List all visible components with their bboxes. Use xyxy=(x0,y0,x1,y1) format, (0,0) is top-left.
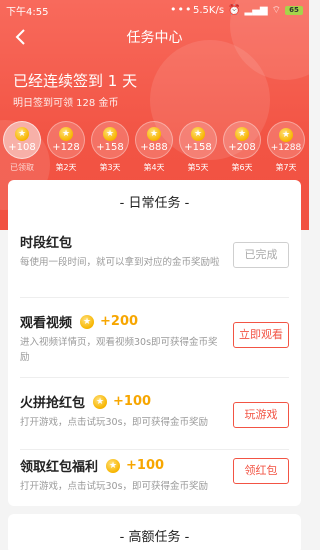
high-tasks-title: - 高额任务 - xyxy=(119,530,190,545)
day-label: 已领取 xyxy=(10,163,34,172)
day-label: 第7天 xyxy=(275,163,297,172)
task-title: 观看视频 ★ +200 xyxy=(20,312,138,331)
daily-tasks-card: - 日常任务 - 时段红包 每使用一段时间，就可以拿到对应的金币奖励啦 已完成 … xyxy=(8,180,301,506)
signin-title: 已经连续签到 1 天 xyxy=(13,72,138,90)
watch-now-button[interactable]: 立即观看 xyxy=(233,322,289,348)
signin-days: ★ +108 已领取 ★ +128 第2天 ★ +158 第3天 ★ +888 … xyxy=(3,121,309,177)
coin-icon: ★ xyxy=(106,458,121,473)
coin-icon: ★ xyxy=(80,314,95,329)
task-description: 打开游戏，点击试玩30s，即可获得金币奖励 xyxy=(20,417,209,428)
day-amount: +888 xyxy=(140,142,168,153)
high-tasks-card: - 高额任务 - xyxy=(8,514,301,550)
coin-icon: ★ xyxy=(93,394,108,409)
signin-subtitle: 明日签到可领 128 金币 xyxy=(13,98,119,109)
task-description: 进入视频详情页，观看视频30s即可获得金币奖励 xyxy=(20,337,218,363)
day-amount: +208 xyxy=(228,142,256,153)
divider xyxy=(20,297,289,298)
day-reward-4[interactable]: ★ +888 第4天 xyxy=(135,121,173,177)
task-name: 时段红包 xyxy=(20,236,73,251)
day-reward-7[interactable]: ★ +1288 第7天 xyxy=(267,121,305,177)
back-arrow-icon[interactable] xyxy=(10,26,32,48)
day-label: 第6天 xyxy=(231,163,253,172)
coin-icon: ★ xyxy=(147,127,161,141)
task-row: 领取红包福利 ★ +100 打开游戏，点击试玩30s，即可获得金币奖励 领红包 xyxy=(8,456,301,506)
task-title: 火拼抢红包 ★ +100 xyxy=(20,392,151,411)
day-label: 第2天 xyxy=(55,163,77,172)
day-reward-3[interactable]: ★ +158 第3天 xyxy=(91,121,129,177)
coin-icon: ★ xyxy=(59,127,73,141)
wifi-icon: ⌔ xyxy=(271,4,281,16)
day-amount: +158 xyxy=(184,142,212,153)
task-reward: +100 xyxy=(126,458,165,473)
coin-icon: ★ xyxy=(191,127,205,141)
page-title: 任务中心 xyxy=(126,30,183,46)
day-coin-badge: ★ +158 xyxy=(91,121,129,159)
day-reward-1[interactable]: ★ +108 已领取 xyxy=(3,121,41,177)
task-title: 时段红包 xyxy=(20,232,72,251)
task-row: 观看视频 ★ +200 进入视频详情页，观看视频30s即可获得金币奖励 立即观看 xyxy=(8,312,301,392)
completed-button[interactable]: 已完成 xyxy=(233,242,289,268)
task-name: 火拼抢红包 xyxy=(20,396,86,411)
task-description: 每使用一段时间，就可以拿到对应的金币奖励啦 xyxy=(20,257,220,268)
task-title: 领取红包福利 ★ +100 xyxy=(20,456,164,475)
divider xyxy=(20,377,289,378)
day-reward-6[interactable]: ★ +208 第6天 xyxy=(223,121,261,177)
task-name: 领取红包福利 xyxy=(20,460,99,475)
day-coin-badge: ★ +128 xyxy=(47,121,85,159)
coin-icon: ★ xyxy=(103,127,117,141)
task-reward: +200 xyxy=(100,314,139,329)
status-right: 5.5K/s ⏰ ▂▄▆ ⌔ 65 xyxy=(193,4,303,17)
claim-redpacket-button[interactable]: 领红包 xyxy=(233,458,289,484)
day-coin-badge: ★ +158 xyxy=(179,121,217,159)
coin-icon: ★ xyxy=(235,127,249,141)
daily-tasks-title: - 日常任务 - xyxy=(119,196,190,211)
day-reward-2[interactable]: ★ +128 第2天 xyxy=(47,121,85,177)
battery-icon: 65 xyxy=(285,5,303,15)
divider xyxy=(20,449,289,450)
day-label: 第5天 xyxy=(187,163,209,172)
coin-icon: ★ xyxy=(15,127,29,141)
status-time: 下午4:55 xyxy=(6,6,49,18)
day-reward-5[interactable]: ★ +158 第5天 xyxy=(179,121,217,177)
day-amount: +108 xyxy=(8,142,36,153)
day-coin-badge: ★ +1288 xyxy=(267,121,305,159)
status-bar: 下午4:55 ••• 5.5K/s ⏰ ▂▄▆ ⌔ 65 xyxy=(0,0,309,20)
task-name: 观看视频 xyxy=(20,316,73,331)
task-row: 时段红包 每使用一段时间，就可以拿到对应的金币奖励啦 已完成 xyxy=(8,232,301,312)
day-label: 第4天 xyxy=(143,163,165,172)
day-coin-badge: ★ +888 xyxy=(135,121,173,159)
signal-icon: ▂▄▆ xyxy=(244,4,268,16)
play-game-button[interactable]: 玩游戏 xyxy=(233,402,289,428)
task-reward: +100 xyxy=(113,394,152,409)
day-amount: +1288 xyxy=(270,142,302,153)
coin-icon: ★ xyxy=(279,127,293,142)
status-dots: ••• xyxy=(170,3,193,16)
day-amount: +158 xyxy=(96,142,124,153)
nav-bar: 任务中心 xyxy=(0,22,309,52)
network-speed: 5.5K/s xyxy=(193,4,225,16)
task-description: 打开游戏，点击试玩30s，即可获得金币奖励 xyxy=(20,481,209,492)
alarm-icon: ⏰ xyxy=(228,4,241,16)
day-coin-badge: ★ +108 xyxy=(3,121,41,159)
day-coin-badge: ★ +208 xyxy=(223,121,261,159)
day-label: 第3天 xyxy=(99,163,121,172)
day-amount: +128 xyxy=(52,142,80,153)
